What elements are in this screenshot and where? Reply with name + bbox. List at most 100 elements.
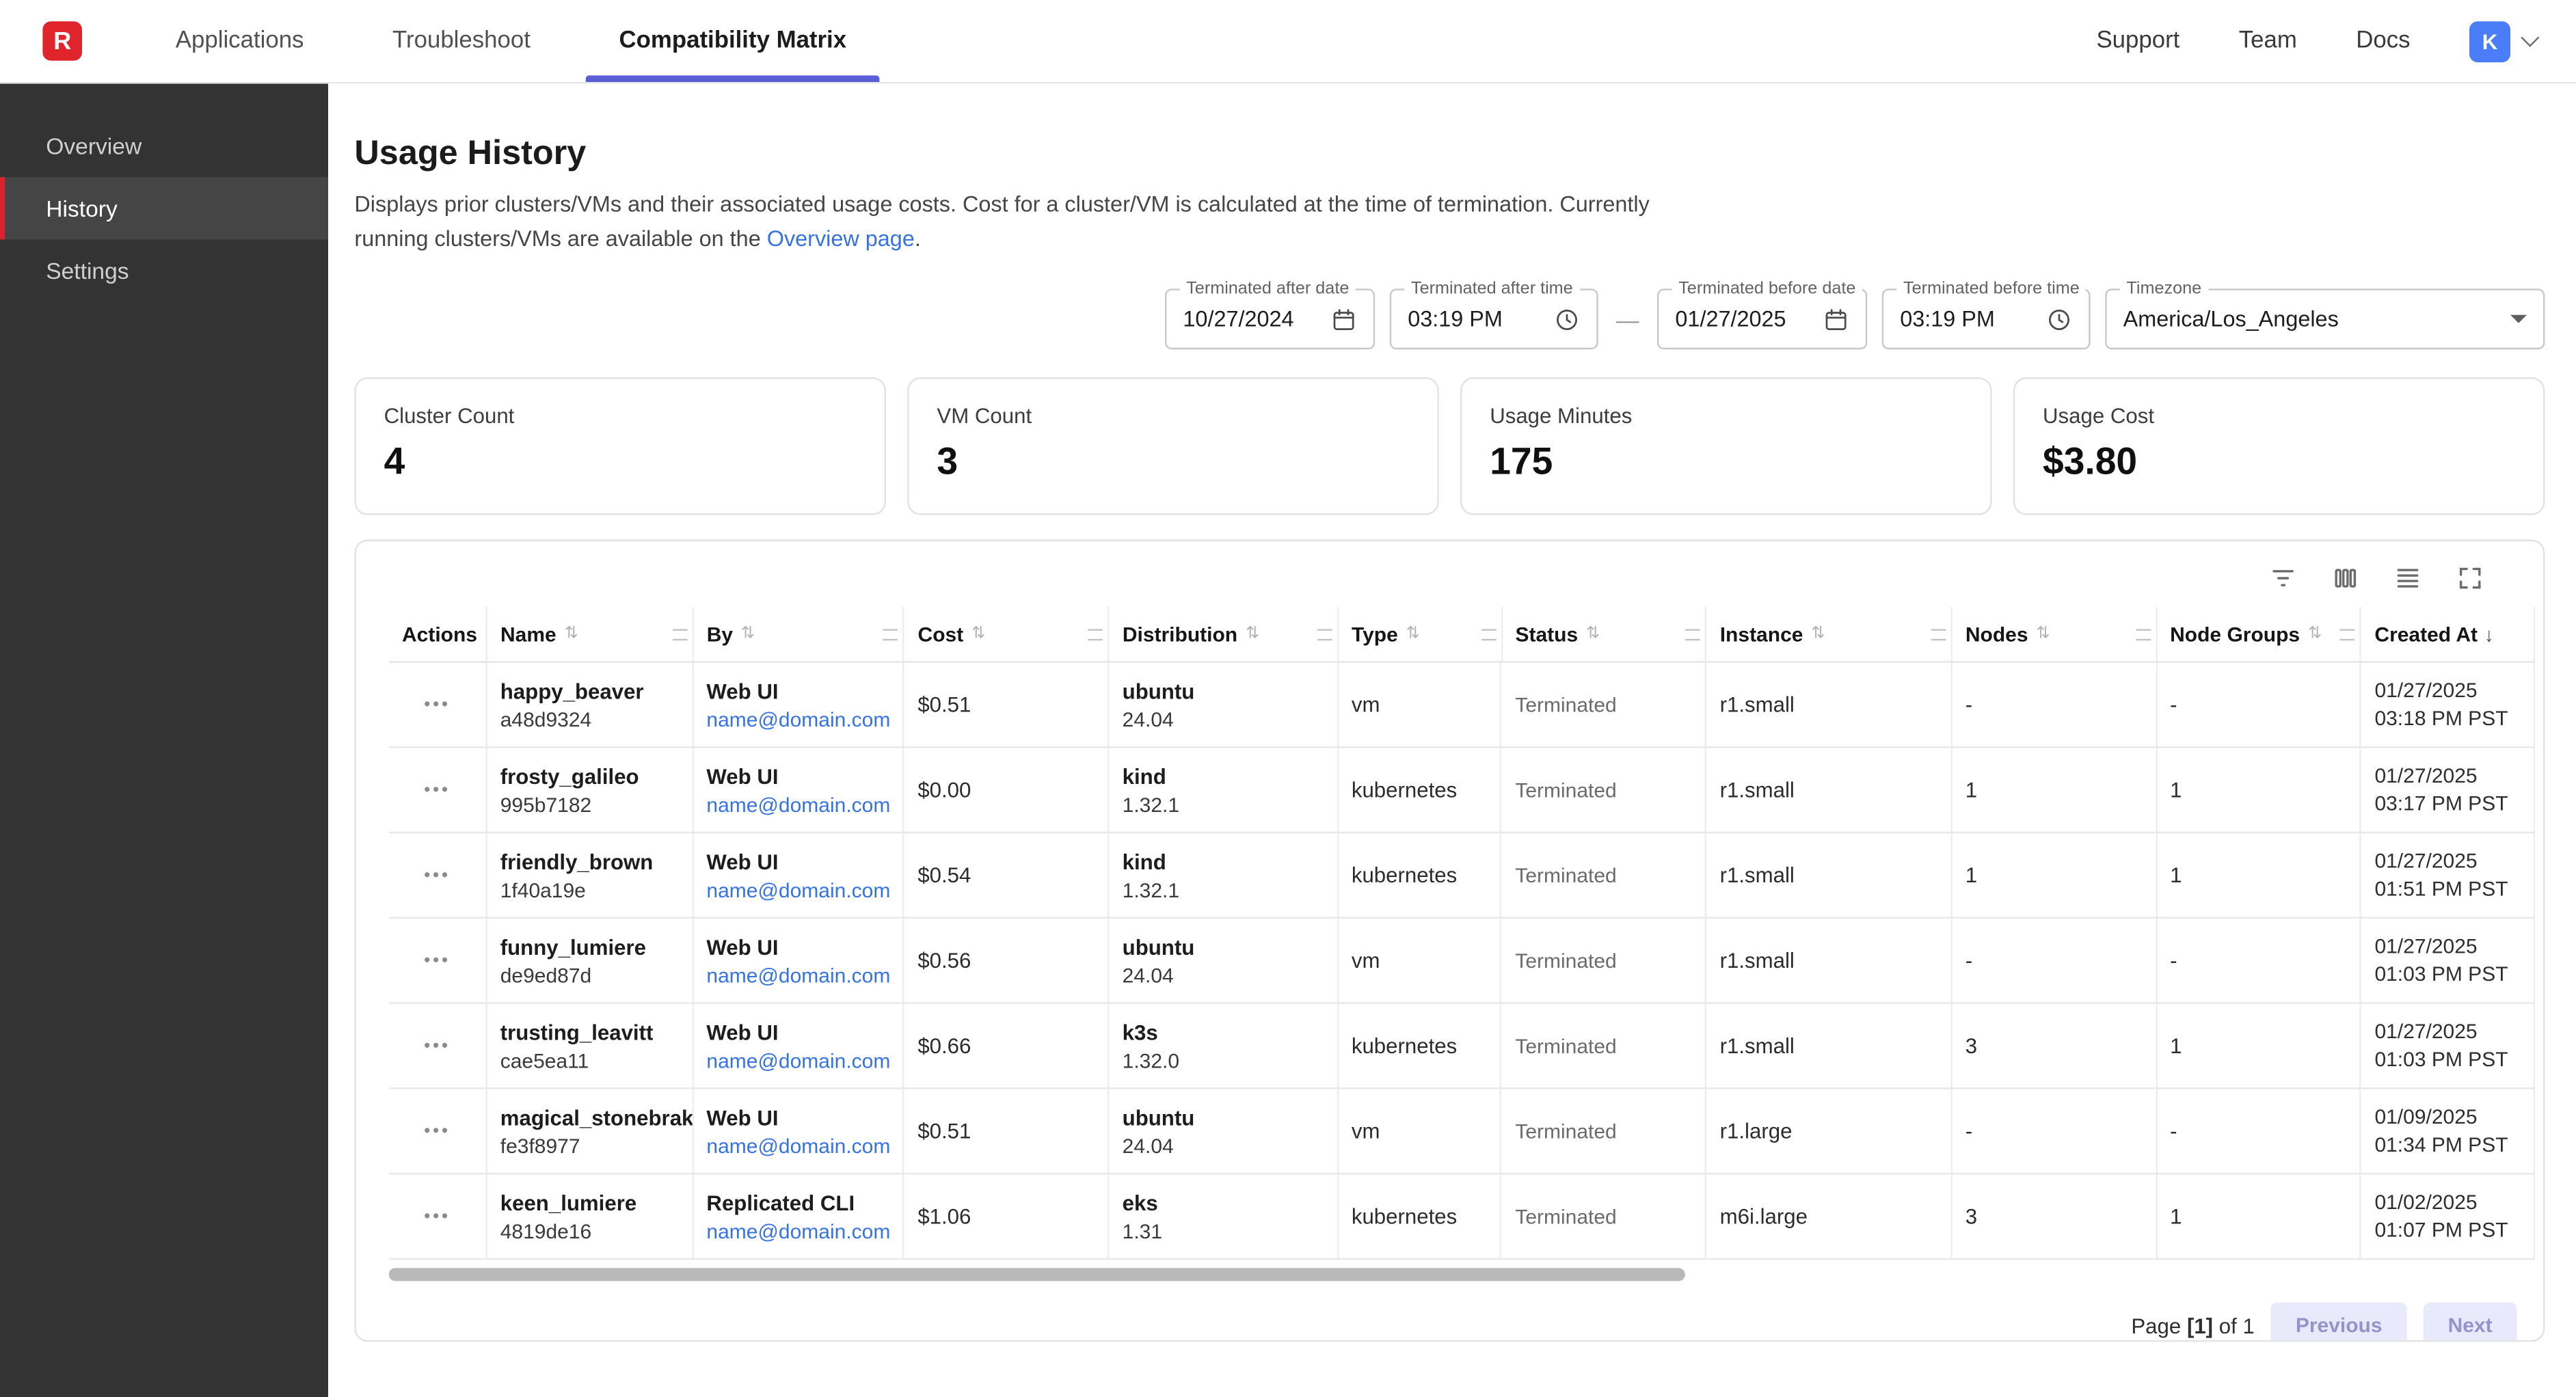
created-by-email[interactable]: name@domain.com xyxy=(706,793,889,816)
stat-cards: Cluster Count 4 VM Count 3 Usage Minutes… xyxy=(354,377,2545,515)
team-link[interactable]: Team xyxy=(2239,28,2297,54)
sort-icon: ⇅ xyxy=(1246,625,1259,642)
timezone-select[interactable]: Timezone America/Los_Angeles xyxy=(2105,288,2545,349)
row-actions-icon[interactable]: ••• xyxy=(424,780,451,800)
cluster-name: magical_stonebraker xyxy=(500,1104,679,1129)
created-by-email[interactable]: name@domain.com xyxy=(706,878,889,901)
row-actions-icon[interactable]: ••• xyxy=(424,694,451,714)
cluster-name: keen_lumiere xyxy=(500,1190,679,1215)
distribution-version: 1.32.0 xyxy=(1123,1049,1324,1072)
column-header-cost[interactable]: Cost ⇅ xyxy=(904,607,1109,661)
created-by-email[interactable]: name@domain.com xyxy=(706,708,889,731)
column-header-instance[interactable]: Instance ⇅ xyxy=(1707,607,1953,661)
cluster-name: friendly_brown xyxy=(500,849,679,873)
column-separator[interactable] xyxy=(883,628,898,640)
tab-troubleshoot[interactable]: Troubleshoot xyxy=(348,0,574,82)
created-by: Replicated CLI xyxy=(706,1190,889,1215)
support-link[interactable]: Support xyxy=(2096,28,2179,54)
sidebar-item-settings[interactable]: Settings xyxy=(0,239,328,301)
tab-compatibility-matrix[interactable]: Compatibility Matrix xyxy=(575,0,891,82)
fullscreen-icon[interactable] xyxy=(2456,563,2484,591)
column-separator[interactable] xyxy=(1931,628,1946,640)
cluster-id: 995b7182 xyxy=(500,793,679,816)
node-groups: 1 xyxy=(2170,1033,2347,1058)
column-separator[interactable] xyxy=(672,628,687,640)
sort-icon: ⇅ xyxy=(2308,625,2322,642)
column-separator[interactable] xyxy=(1481,628,1496,640)
previous-page-button[interactable]: Previous xyxy=(2271,1303,2407,1342)
created-by-email[interactable]: name@domain.com xyxy=(706,964,889,987)
row-actions-icon[interactable]: ••• xyxy=(424,865,451,885)
created-time: 01:03 PM PST xyxy=(2374,963,2520,986)
status-badge: Terminated xyxy=(1515,778,1692,802)
active-tab-underline xyxy=(587,75,880,82)
distribution: kind xyxy=(1123,849,1324,873)
created-date: 01/27/2025 xyxy=(2374,850,2520,873)
calendar-icon[interactable] xyxy=(1823,306,1849,332)
terminated-before-date-input[interactable]: Terminated before date 01/27/2025 xyxy=(1657,288,1867,349)
sidebar-item-history[interactable]: History xyxy=(0,177,328,239)
density-icon[interactable] xyxy=(2394,563,2422,591)
sidebar-item-label: History xyxy=(46,195,118,221)
created-date: 01/09/2025 xyxy=(2374,1106,2520,1129)
horizontal-scrollbar xyxy=(389,1268,2535,1281)
type: vm xyxy=(1352,692,1488,717)
column-header-distribution[interactable]: Distribution ⇅ xyxy=(1110,607,1339,661)
column-separator[interactable] xyxy=(1685,628,1700,640)
overview-page-link[interactable]: Overview page xyxy=(767,226,915,250)
account-menu[interactable]: K xyxy=(2469,21,2536,62)
terminated-after-time-input[interactable]: Terminated after time 03:19 PM xyxy=(1390,288,1598,349)
scrollbar-thumb[interactable] xyxy=(389,1268,1685,1281)
created-by: Web UI xyxy=(706,678,889,703)
created-by-email[interactable]: name@domain.com xyxy=(706,1049,889,1072)
distribution: eks xyxy=(1123,1190,1324,1215)
instance: r1.small xyxy=(1720,778,1937,802)
column-header-node-groups[interactable]: Node Groups ⇅ xyxy=(2157,607,2361,661)
distribution: ubuntu xyxy=(1123,934,1324,959)
next-page-button[interactable]: Next xyxy=(2424,1303,2517,1342)
filter-icon[interactable] xyxy=(2269,563,2297,591)
row-actions-icon[interactable]: ••• xyxy=(424,1036,451,1056)
table-row: ••• frosty_galileo995b7182 Web UIname@do… xyxy=(389,748,2535,833)
instance: r1.small xyxy=(1720,692,1937,717)
app-logo[interactable]: R xyxy=(42,21,82,61)
terminated-before-time-input[interactable]: Terminated before time 03:19 PM xyxy=(1882,288,2091,349)
column-separator[interactable] xyxy=(2340,628,2355,640)
clock-icon[interactable] xyxy=(2046,306,2072,332)
docs-link[interactable]: Docs xyxy=(2356,28,2410,54)
column-label: Cost xyxy=(918,623,964,646)
row-actions-icon[interactable]: ••• xyxy=(424,1121,451,1141)
cluster-id: 1f40a19e xyxy=(500,878,679,901)
created-by-email[interactable]: name@domain.com xyxy=(706,1135,889,1158)
page-prefix: Page xyxy=(2131,1313,2181,1338)
cost: $0.54 xyxy=(917,863,1095,887)
page-title: Usage History xyxy=(354,133,2545,175)
stat-label: Usage Minutes xyxy=(1490,403,1962,428)
terminated-after-date-input[interactable]: Terminated after date 10/27/2024 xyxy=(1165,288,1375,349)
sort-icon: ⇅ xyxy=(741,625,755,642)
sort-icon: ⇅ xyxy=(1811,625,1825,642)
tab-applications[interactable]: Applications xyxy=(131,0,348,82)
sort-desc-icon: ↓ xyxy=(2484,623,2494,646)
column-header-status[interactable]: Status ⇅ xyxy=(1502,607,1706,661)
columns-icon[interactable] xyxy=(2331,563,2359,591)
column-header-created-at[interactable]: Created At ↓ xyxy=(2361,607,2535,661)
stat-usage-minutes: Usage Minutes 175 xyxy=(1460,377,1992,515)
type: vm xyxy=(1352,1119,1488,1143)
row-actions-icon[interactable]: ••• xyxy=(424,1206,451,1226)
calendar-icon[interactable] xyxy=(1330,306,1356,332)
sort-icon: ⇅ xyxy=(971,625,985,642)
created-by: Web UI xyxy=(706,763,889,788)
column-separator[interactable] xyxy=(2136,628,2151,640)
column-header-name[interactable]: Name ⇅ xyxy=(487,607,694,661)
column-separator[interactable] xyxy=(1088,628,1103,640)
column-header-nodes[interactable]: Nodes ⇅ xyxy=(1953,607,2157,661)
row-actions-icon[interactable]: ••• xyxy=(424,951,451,971)
column-separator[interactable] xyxy=(1317,628,1332,640)
created-by: Web UI xyxy=(706,1104,889,1129)
column-header-by[interactable]: By ⇅ xyxy=(693,607,904,661)
clock-icon[interactable] xyxy=(1554,306,1580,332)
column-header-type[interactable]: Type ⇅ xyxy=(1339,607,1502,661)
created-by-email[interactable]: name@domain.com xyxy=(706,1219,889,1243)
sidebar-item-overview[interactable]: Overview xyxy=(0,115,328,177)
